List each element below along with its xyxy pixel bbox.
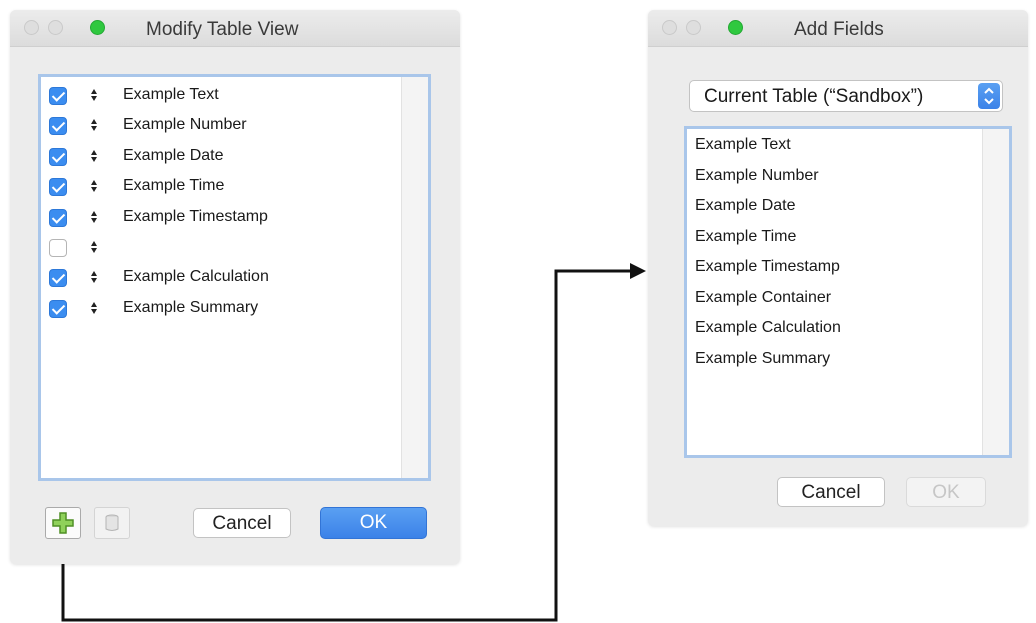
field-list-item[interactable]: Example Timestamp <box>695 258 840 276</box>
field-list-item[interactable]: Example Summary <box>695 350 830 368</box>
field-list-item[interactable]: Example Calculation <box>695 319 841 337</box>
field-list-item[interactable]: Example Time <box>695 228 796 246</box>
table-view-row[interactable]: Example Timestamp <box>41 207 401 237</box>
drag-handle-icon[interactable] <box>91 301 99 316</box>
field-label: Example Summary <box>123 298 259 316</box>
zoom-button[interactable] <box>90 20 105 35</box>
field-label: Example Number <box>123 116 247 134</box>
field-list[interactable]: Example Text Example Number Example Date Ex… <box>38 74 431 481</box>
add-fields-dialog: Add Fields Current Table (“Sandbox”) Exa… <box>648 10 1028 526</box>
trash-icon <box>105 514 119 531</box>
dialog-title: Add Fields <box>794 19 884 40</box>
plus-icon <box>52 512 74 534</box>
drag-handle-icon[interactable] <box>91 180 99 194</box>
minimize-button[interactable] <box>686 20 701 35</box>
field-checkbox[interactable] <box>49 147 67 166</box>
field-checkbox[interactable] <box>49 117 67 136</box>
table-select-value: Current Table (“Sandbox”) <box>704 86 924 107</box>
table-view-row[interactable] <box>41 237 401 267</box>
field-checkbox[interactable] <box>49 178 67 197</box>
close-button[interactable] <box>24 20 39 35</box>
field-label: Example Text <box>123 86 219 103</box>
cancel-button[interactable]: Cancel <box>193 508 291 538</box>
drag-handle-icon[interactable] <box>91 271 99 285</box>
table-select[interactable]: Current Table (“Sandbox”) <box>689 80 1003 112</box>
table-view-row[interactable]: Example Calculation <box>41 267 401 297</box>
drag-handle-icon[interactable] <box>91 149 99 164</box>
modify-table-view-dialog: Modify Table View Example Text Example Nu… <box>10 10 460 564</box>
field-label: Example Time <box>123 177 225 195</box>
field-checkbox[interactable] <box>49 299 67 318</box>
add-field-button[interactable] <box>45 507 81 539</box>
table-view-row[interactable]: Example Summary <box>41 298 401 328</box>
drag-handle-icon[interactable] <box>91 119 99 133</box>
available-fields-list[interactable]: Example Text Example Number Example Date Ex… <box>684 126 1012 458</box>
field-checkbox[interactable] <box>49 269 67 288</box>
field-label: Example Timestamp <box>123 207 268 225</box>
table-view-row[interactable]: Example Text <box>41 85 401 115</box>
delete-field-button[interactable] <box>94 507 130 539</box>
table-view-row[interactable]: Example Date <box>41 146 401 176</box>
ok-button[interactable]: OK <box>906 477 986 507</box>
up-down-arrows-icon <box>978 83 1000 109</box>
field-list-item[interactable]: Example Number <box>695 167 819 185</box>
table-view-row[interactable]: Example Number <box>41 115 401 145</box>
drag-handle-icon[interactable] <box>91 241 99 255</box>
titlebar: Modify Table View <box>10 10 460 47</box>
dialog-title: Modify Table View <box>146 19 299 40</box>
scrollbar[interactable] <box>401 77 428 478</box>
field-label: Example Date <box>123 146 224 164</box>
close-button[interactable] <box>662 20 677 35</box>
field-list-item[interactable]: Example Date <box>695 197 796 215</box>
field-list-item[interactable]: Example Text <box>695 136 791 154</box>
ok-button[interactable]: OK <box>320 507 427 539</box>
minimize-button[interactable] <box>48 20 63 35</box>
field-list-item[interactable]: Example Container <box>695 289 831 307</box>
zoom-button[interactable] <box>728 20 743 35</box>
scrollbar[interactable] <box>982 129 1009 455</box>
table-view-row[interactable]: Example Time <box>41 176 401 206</box>
field-label: Example Calculation <box>123 268 269 286</box>
drag-handle-icon[interactable] <box>91 210 99 225</box>
field-checkbox[interactable] <box>49 208 67 227</box>
cancel-button[interactable]: Cancel <box>777 477 885 507</box>
field-checkbox[interactable] <box>49 239 67 257</box>
field-checkbox[interactable] <box>49 87 67 105</box>
titlebar: Add Fields <box>648 10 1028 47</box>
drag-handle-icon[interactable] <box>91 89 99 103</box>
